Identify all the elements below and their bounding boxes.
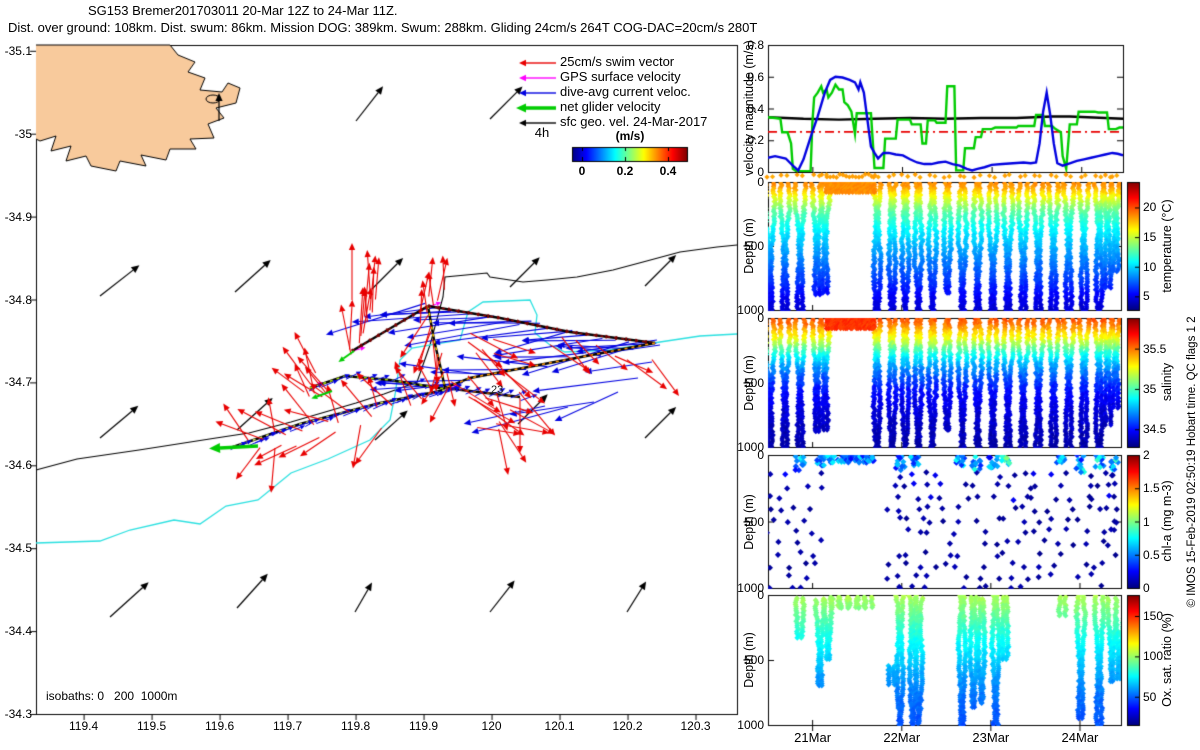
map-x-tick-label: 119.8 xyxy=(331,719,381,733)
legend-item-label: GPS surface velocity xyxy=(560,70,681,84)
map-x-tick-label: 120.1 xyxy=(535,719,585,733)
legend-colorbar-tick-label: 0.4 xyxy=(653,164,683,178)
colorbar-tick-label: 20 xyxy=(1143,200,1156,214)
map-x-tick-label: 120.2 xyxy=(603,719,653,733)
colorbar-tick-label: 0.5 xyxy=(1143,548,1160,562)
depth-ytick-label: 1000 xyxy=(726,718,764,732)
colorbar-tick-label: 1.5 xyxy=(1143,481,1160,495)
map-x-tick-label: 119.9 xyxy=(399,719,449,733)
map-x-tick-label: 120.3 xyxy=(671,719,721,733)
depth-ylabel: Depth (m) xyxy=(742,632,756,688)
isobaths-note: isobaths: 0 200 1000m xyxy=(46,689,177,703)
legend-colorbar-tick-label: 0.2 xyxy=(610,164,640,178)
temperature-cbar-label: temperature (°C) xyxy=(1160,199,1174,292)
colorbar-tick-label: 15 xyxy=(1143,230,1156,244)
map-x-tick-label: 119.5 xyxy=(127,719,177,733)
colorbar-tick-label: 35 xyxy=(1143,382,1156,396)
map-y-tick-label: -35 xyxy=(0,127,32,141)
legend-item-label: net glider velocity xyxy=(560,100,660,114)
colorbar-tick-label: 50 xyxy=(1143,690,1156,704)
map-y-tick-label: -34.8 xyxy=(0,293,32,307)
date-tick-label: 22Mar xyxy=(874,731,930,745)
depth-ytick-label: 0 xyxy=(726,448,764,462)
map-x-tick-label: 119.6 xyxy=(195,719,245,733)
salinity-cbar-label: salinity xyxy=(1160,363,1174,401)
velocity-ytick-label: 0.8 xyxy=(726,38,764,52)
figure-title: SG153 Bremer201703011 20-Mar 12Z to 24-M… xyxy=(88,4,398,18)
colorbar-tick-label: 34.5 xyxy=(1143,422,1166,436)
imos-watermark: © IMOS 15-Feb-2019 02:50:19 Hobart time.… xyxy=(1185,316,1199,607)
legend-colorbar-title: (m/s) xyxy=(599,129,661,143)
depth-ylabel: Depth (m) xyxy=(742,218,756,274)
colorbar-tick-label: 5 xyxy=(1143,289,1150,303)
map-y-tick-label: -34.6 xyxy=(0,458,32,472)
depth-ytick-label: 0 xyxy=(726,311,764,325)
colorbar-tick-label: 35.5 xyxy=(1143,342,1166,356)
map-y-tick-label: -34.4 xyxy=(0,624,32,638)
map-x-tick-label: 120 xyxy=(467,719,517,733)
velocity-ytick-label: 0.2 xyxy=(726,133,764,147)
depth-ytick-label: 0 xyxy=(726,588,764,602)
map-y-tick-label: -34.5 xyxy=(0,541,32,555)
depth-ylabel: Depth (m) xyxy=(742,355,756,411)
date-tick-label: 24Mar xyxy=(1052,731,1108,745)
map-y-tick-label: -34.7 xyxy=(0,375,32,389)
legend-duration-label: 4h xyxy=(528,126,556,140)
map-x-tick-label: 119.7 xyxy=(263,719,313,733)
track-dive-number-label: 23 xyxy=(491,383,503,397)
depth-ytick-label: 0 xyxy=(726,175,764,189)
map-x-tick-label: 119.4 xyxy=(59,719,109,733)
legend-item-label: dive-avg current veloc. xyxy=(560,85,691,99)
glider-mission-figure: SG153 Bremer201703011 20-Mar 12Z to 24-M… xyxy=(0,0,1200,750)
map-y-tick-label: -35.1 xyxy=(0,44,32,58)
map-y-tick-label: -34.9 xyxy=(0,210,32,224)
legend-item-label: 25cm/s swim vector xyxy=(560,55,674,69)
map-y-tick-label: -34.3 xyxy=(0,707,32,721)
colorbar-tick-label: 2 xyxy=(1143,448,1150,462)
figure-subtitle: Dist. over ground: 108km. Dist. swum: 86… xyxy=(8,21,757,35)
colorbar-tick-label: 1 xyxy=(1143,515,1150,529)
legend-item-label: sfc geo. vel. 24-Mar-2017 xyxy=(560,115,707,129)
colorbar-tick-label: 100 xyxy=(1143,649,1163,663)
date-tick-label: 21Mar xyxy=(785,731,841,745)
colorbar-tick-label: 150 xyxy=(1143,609,1163,623)
legend-colorbar-tick-label: 0 xyxy=(567,164,597,178)
date-tick-label: 23Mar xyxy=(963,731,1019,745)
colorbar-tick-label: 10 xyxy=(1143,260,1156,274)
colorbar-tick-label: 0 xyxy=(1143,581,1150,595)
velocity-ytick-label: 0.4 xyxy=(726,102,764,116)
depth-ylabel: Depth (m) xyxy=(742,494,756,550)
chla-cbar-label: chl-a (mg m-3) xyxy=(1160,480,1174,561)
velocity-ytick-label: 0.6 xyxy=(726,70,764,84)
